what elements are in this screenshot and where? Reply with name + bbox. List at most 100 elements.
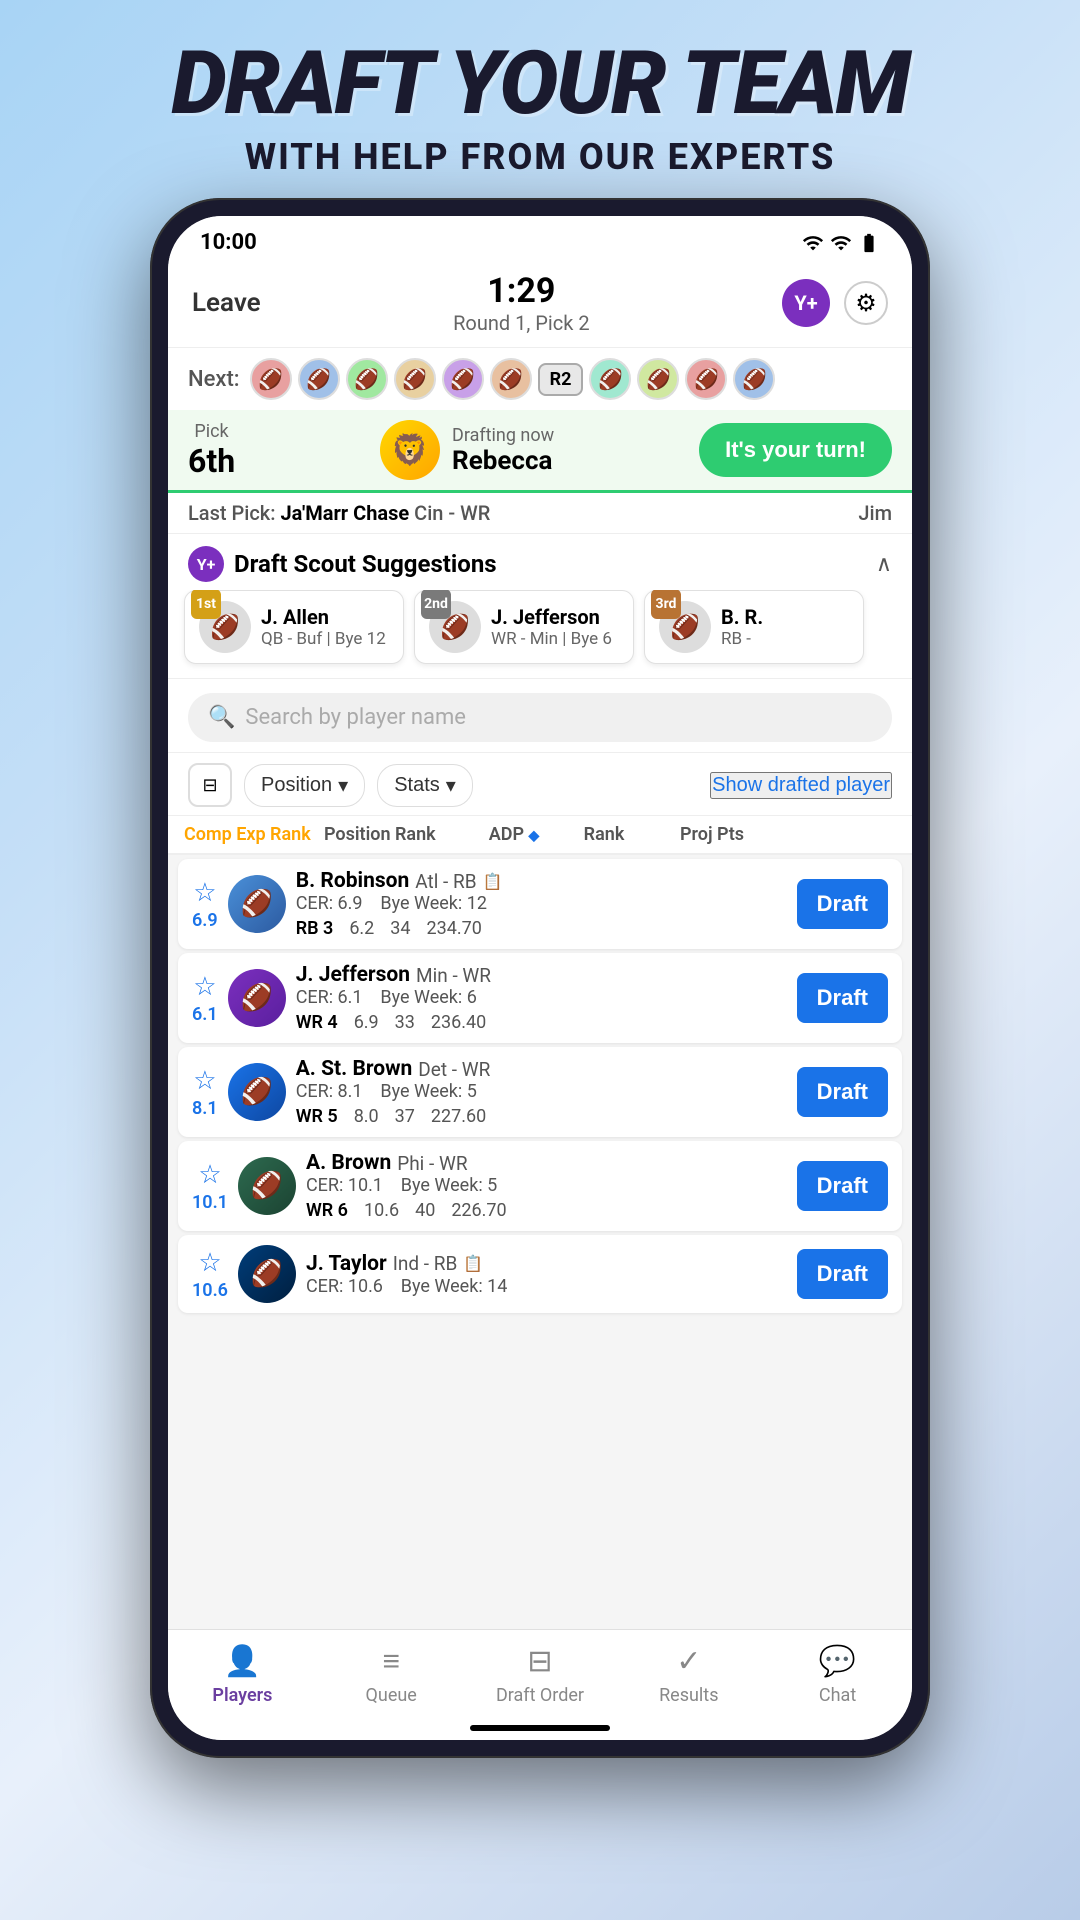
scout-cards: 1st 🏈 J. Allen QB - Buf | Bye 12 2nd 🏈 J… [168,590,912,678]
show-drafted-button[interactable]: Show drafted player [710,772,892,799]
player-row: ☆ 6.1 🏈 J. Jefferson Min - WR CER: 6.1 B… [178,953,902,1043]
p-pos-rank-2: WR 5 [296,1106,338,1127]
results-nav-label: Results [659,1685,718,1706]
helmet-row: 🏈 🏈 🏈 🏈 🏈 🏈 R2 🏈 🏈 🏈 🏈 [250,358,776,400]
round-info: Round 1, Pick 2 [453,311,589,335]
nav-item-draft-order[interactable]: ⊟ Draft Order [466,1644,615,1706]
header-icons: Y+ ⚙ [782,279,888,327]
nav-item-players[interactable]: 👤 Players [168,1644,317,1706]
nav-item-results[interactable]: ✓ Results [614,1644,763,1706]
player-info-1: J. Jefferson Min - WR CER: 6.1 Bye Week:… [296,963,787,1033]
battery-icon [858,232,880,254]
cer-0: 6.9 [192,910,218,931]
p-pos-rank-0: RB 3 [296,918,334,939]
draft-button-4[interactable]: Draft [797,1249,888,1299]
scout-title: Draft Scout Suggestions [234,550,497,578]
nav-item-queue[interactable]: ≡ Queue [317,1644,466,1706]
scout-card-3[interactable]: 3rd 🏈 B. R. RB - [644,590,864,664]
p-name-0: B. Robinson [296,869,410,893]
p-rank-val-1: 33 [395,1012,415,1033]
p-stats-row-3: WR 6 10.6 40 226.70 [306,1200,787,1221]
p-name-line-0: B. Robinson Atl - RB 📋 [296,869,787,893]
scout-player-1-info: J. Allen QB - Buf | Bye 12 [261,605,386,649]
player-avatar-3: 🏈 [238,1157,296,1215]
p-pts-val-1: 236.40 [431,1012,486,1033]
col-pos-rank: Position Rank [324,824,464,845]
scout-header: Y+ Draft Scout Suggestions ∧ [168,534,912,590]
settings-icon[interactable]: ⚙ [844,281,888,325]
star-icon-2[interactable]: ☆ [193,1066,216,1096]
helmet-5: 🏈 [442,358,484,400]
p-name-4: J. Taylor [306,1252,387,1276]
stats-filter-button[interactable]: Stats ▾ [377,764,473,807]
helmet-8: 🏈 [637,358,679,400]
player-avatar-0: 🏈 [228,875,286,933]
p-adp-val-0: 6.2 [349,918,374,939]
position-filter-button[interactable]: Position ▾ [244,764,365,807]
p-cer-1: CER: 6.1 Bye Week: 6 [296,987,787,1008]
p-stats-row-2: WR 5 8.0 37 227.60 [296,1106,787,1127]
p-note-icon-4: 📋 [463,1254,483,1273]
chat-nav-icon: 💬 [819,1644,856,1679]
scout-section: Y+ Draft Scout Suggestions ∧ 1st 🏈 J. Al… [168,534,912,679]
p-note-icon-0: 📋 [483,872,503,891]
helmet-7: 🏈 [589,358,631,400]
scout-player-1-name: J. Allen [261,605,386,629]
queue-nav-label: Queue [366,1685,417,1706]
filter-icon-button[interactable]: ⊟ [188,763,232,807]
draft-button-3[interactable]: Draft [797,1161,888,1211]
wifi-icon [830,232,852,254]
chat-nav-label: Chat [819,1685,856,1706]
yplus-icon[interactable]: Y+ [782,279,830,327]
star-icon-0[interactable]: ☆ [193,878,216,908]
player-avatar-4: 🏈 [238,1245,296,1303]
star-icon-1[interactable]: ☆ [193,972,216,1002]
picker-avatar: 🦁 [380,420,440,480]
player-avatar-2: 🏈 [228,1063,286,1121]
scout-collapse-icon[interactable]: ∧ [876,552,892,577]
search-section: 🔍 Search by player name [168,679,912,753]
p-cer-3: CER: 10.1 Bye Week: 5 [306,1175,787,1196]
queue-nav-icon: ≡ [382,1644,400,1679]
draft-button-0[interactable]: Draft [797,879,888,929]
draft-button-1[interactable]: Draft [797,973,888,1023]
picker-text: Drafting now Rebecca [452,425,554,476]
header-center: 1:29 Round 1, Pick 2 [453,271,589,335]
player-info-0: B. Robinson Atl - RB 📋 CER: 6.9 Bye Week… [296,869,787,939]
col-comp-exp: Comp Exp Rank [184,824,324,845]
p-team-4: Ind - RB [393,1252,458,1275]
scout-title-row: Y+ Draft Scout Suggestions [188,546,497,582]
p-name-2: A. St. Brown [296,1057,413,1081]
page-header: DRAFT YOUR TEAM WITH HELP FROM OUR EXPER… [0,0,1080,198]
last-pick-drafter: Jim [858,501,892,525]
scout-card-2[interactable]: 2nd 🏈 J. Jefferson WR - Min | Bye 6 [414,590,634,664]
search-placeholder: Search by player name [245,705,466,730]
nav-item-chat[interactable]: 💬 Chat [763,1644,912,1706]
draft-order-nav-label: Draft Order [496,1685,584,1706]
p-adp-val-2: 8.0 [354,1106,379,1127]
player-info-2: A. St. Brown Det - WR CER: 8.1 Bye Week:… [296,1057,787,1127]
last-pick-label: Last Pick: Ja'Marr Chase Cin - WR [188,501,490,525]
scout-card-1[interactable]: 1st 🏈 J. Allen QB - Buf | Bye 12 [184,590,404,664]
leave-button[interactable]: Leave [192,288,261,318]
star-col-0: ☆ 6.9 [192,878,218,931]
p-team-0: Atl - RB [415,870,476,893]
players-nav-label: Players [212,1685,272,1706]
results-nav-icon: ✓ [676,1644,701,1679]
star-col-2: ☆ 8.1 [192,1066,218,1119]
your-turn-button[interactable]: It's your turn! [699,423,892,477]
draft-button-2[interactable]: Draft [797,1067,888,1117]
p-name-1: J. Jefferson [296,963,410,987]
scout-player-2-info: J. Jefferson WR - Min | Bye 6 [491,605,612,649]
star-icon-4[interactable]: ☆ [198,1248,221,1278]
last-pick-team: Cin - WR [414,501,490,525]
page-subtitle: WITH HELP FROM OUR EXPERTS [60,136,1020,178]
col-rank: Rank [564,824,644,845]
search-box[interactable]: 🔍 Search by player name [188,693,892,742]
p-name-line-4: J. Taylor Ind - RB 📋 [306,1252,787,1276]
p-team-3: Phi - WR [397,1152,467,1175]
helmet-2: 🏈 [298,358,340,400]
p-pts-val-0: 234.70 [427,918,482,939]
cer-2: 8.1 [192,1098,218,1119]
star-icon-3[interactable]: ☆ [198,1160,221,1190]
